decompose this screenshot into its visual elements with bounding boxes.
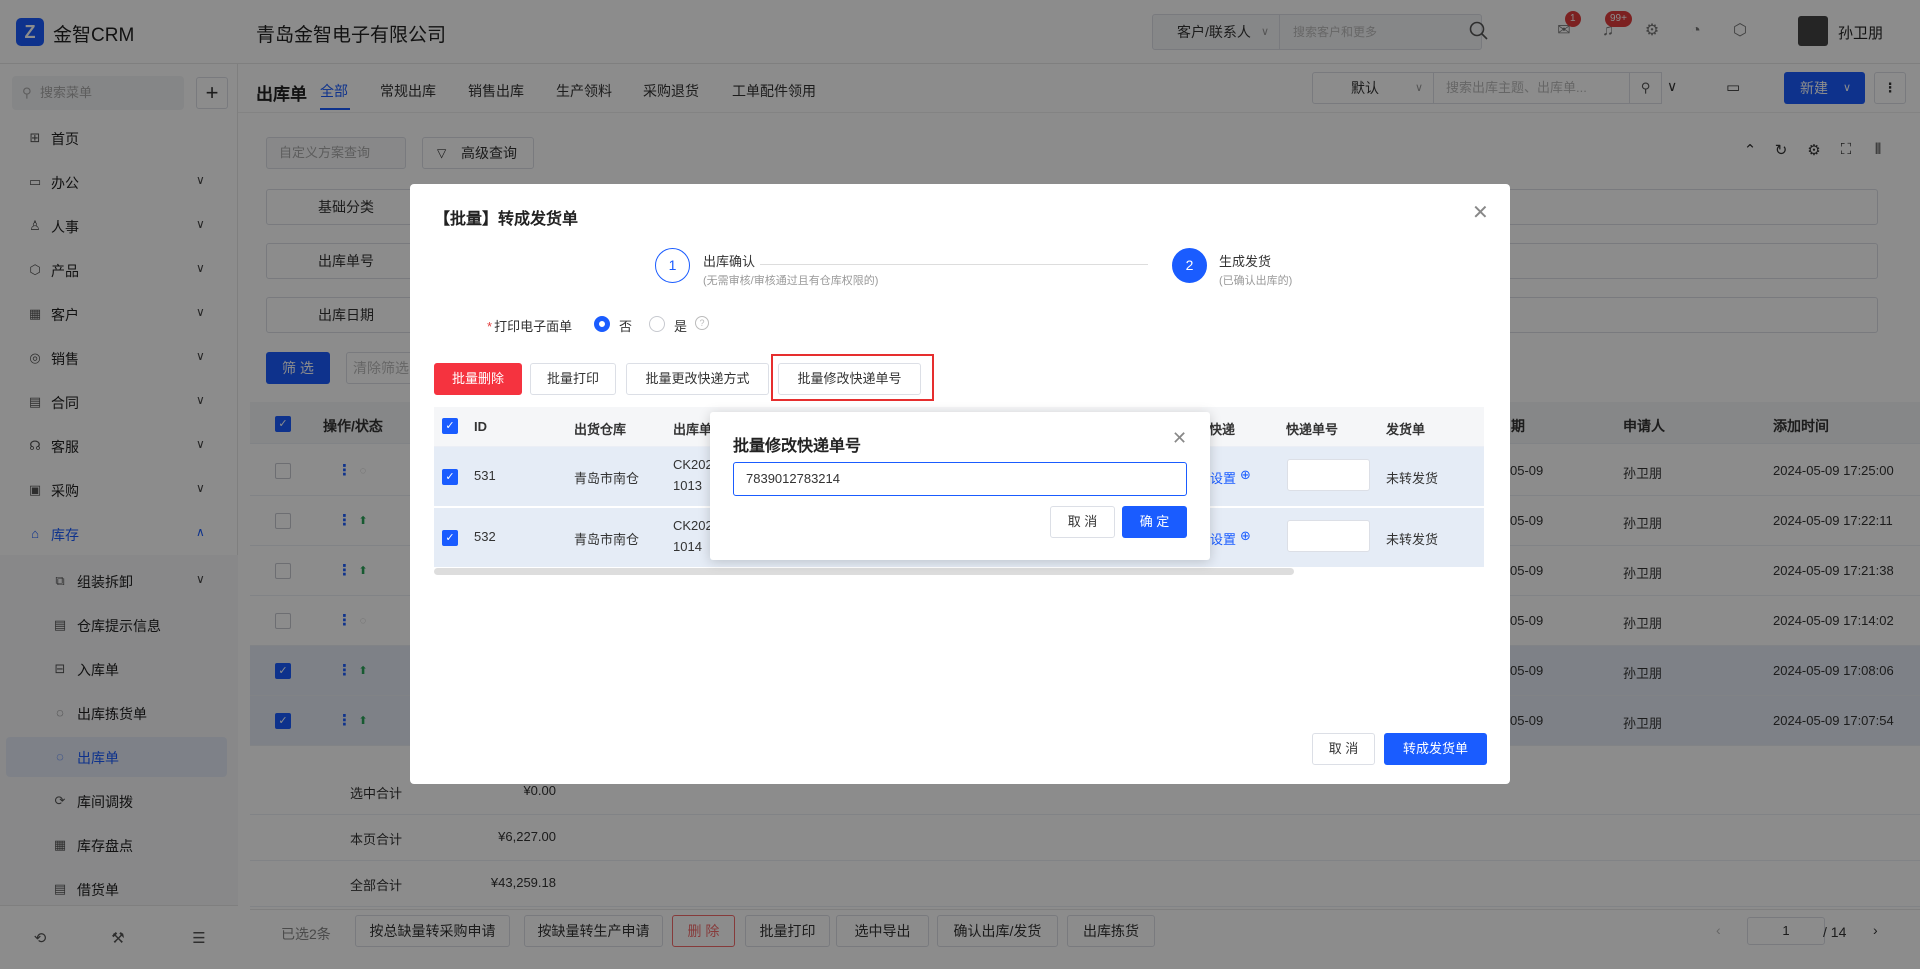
radio-no-label[interactable]: 否 [619,316,632,335]
print-label: * 打印电子面单 [487,319,573,334]
modal-row-checkbox[interactable]: ✓ [442,469,458,485]
modal-row-checkbox[interactable]: ✓ [442,530,458,546]
tracking-input[interactable] [1287,459,1370,491]
tracking-number-input[interactable]: 7839012783214 [733,462,1187,496]
horizontal-scrollbar[interactable] [434,568,1294,575]
convert-to-shipment-button[interactable]: 转成发货单 [1384,733,1487,765]
tracking-input[interactable] [1287,520,1370,552]
express-setting-link[interactable]: 设置 [1210,468,1236,487]
batch-delete-button[interactable]: 批量删除 [434,363,522,395]
step1-indicator: 1 [655,248,690,283]
batch-print-button[interactable]: 批量打印 [530,363,616,395]
close-icon[interactable]: ✕ [1472,200,1489,225]
popover-title: 批量修改快递单号 [733,438,862,455]
row-ship-status: 未转发货 [1386,471,1439,486]
radio-no[interactable] [594,316,610,332]
row-warehouse: 青岛市南仓 [574,471,640,486]
m-col-ship: 发货单 [1386,422,1426,437]
step-connector [760,264,1148,265]
help-icon[interactable]: ? [695,316,709,330]
step2-indicator: 2 [1172,248,1207,283]
m-col-id: ID [474,419,487,434]
m-col-express: 快递 [1209,422,1236,437]
row-out-no-b: 1013 [673,478,702,493]
row-out-no-b: 1014 [673,539,702,554]
step1-desc: (无需审核/审核通过且有仓库权限的) [703,275,879,287]
express-setting-link[interactable]: 设置 [1210,529,1236,548]
modal-title: 【批量】转成发货单 [434,211,579,228]
row-id: 531 [474,468,496,483]
modal-select-all-checkbox[interactable]: ✓ [442,418,458,434]
row-ship-status: 未转发货 [1386,532,1439,547]
row-out-no-a: CK202 [673,518,713,533]
m-col-out-no: 出库单 [673,422,713,437]
close-icon[interactable]: ✕ [1172,428,1187,449]
popover-ok-button[interactable]: 确 定 [1122,506,1187,538]
step2-title: 生成发货 [1219,254,1272,269]
step1-title: 出库确认 [703,254,756,269]
m-col-warehouse: 出货仓库 [574,422,627,437]
highlight-box [771,354,934,401]
m-col-tracking: 快递单号 [1286,422,1339,437]
row-out-no-a: CK202 [673,457,713,472]
batch-change-express-button[interactable]: 批量更改快递方式 [626,363,769,395]
row-warehouse: 青岛市南仓 [574,532,640,547]
radio-yes[interactable] [649,316,665,332]
zoom-in-icon[interactable]: ⊕ [1240,528,1251,544]
radio-yes-label[interactable]: 是 [674,316,687,335]
row-id: 532 [474,529,496,544]
modal-cancel-button[interactable]: 取 消 [1312,733,1375,765]
step2-desc: (已确认出库的) [1219,275,1293,287]
zoom-in-icon[interactable]: ⊕ [1240,467,1251,483]
popover-cancel-button[interactable]: 取 消 [1050,506,1115,538]
